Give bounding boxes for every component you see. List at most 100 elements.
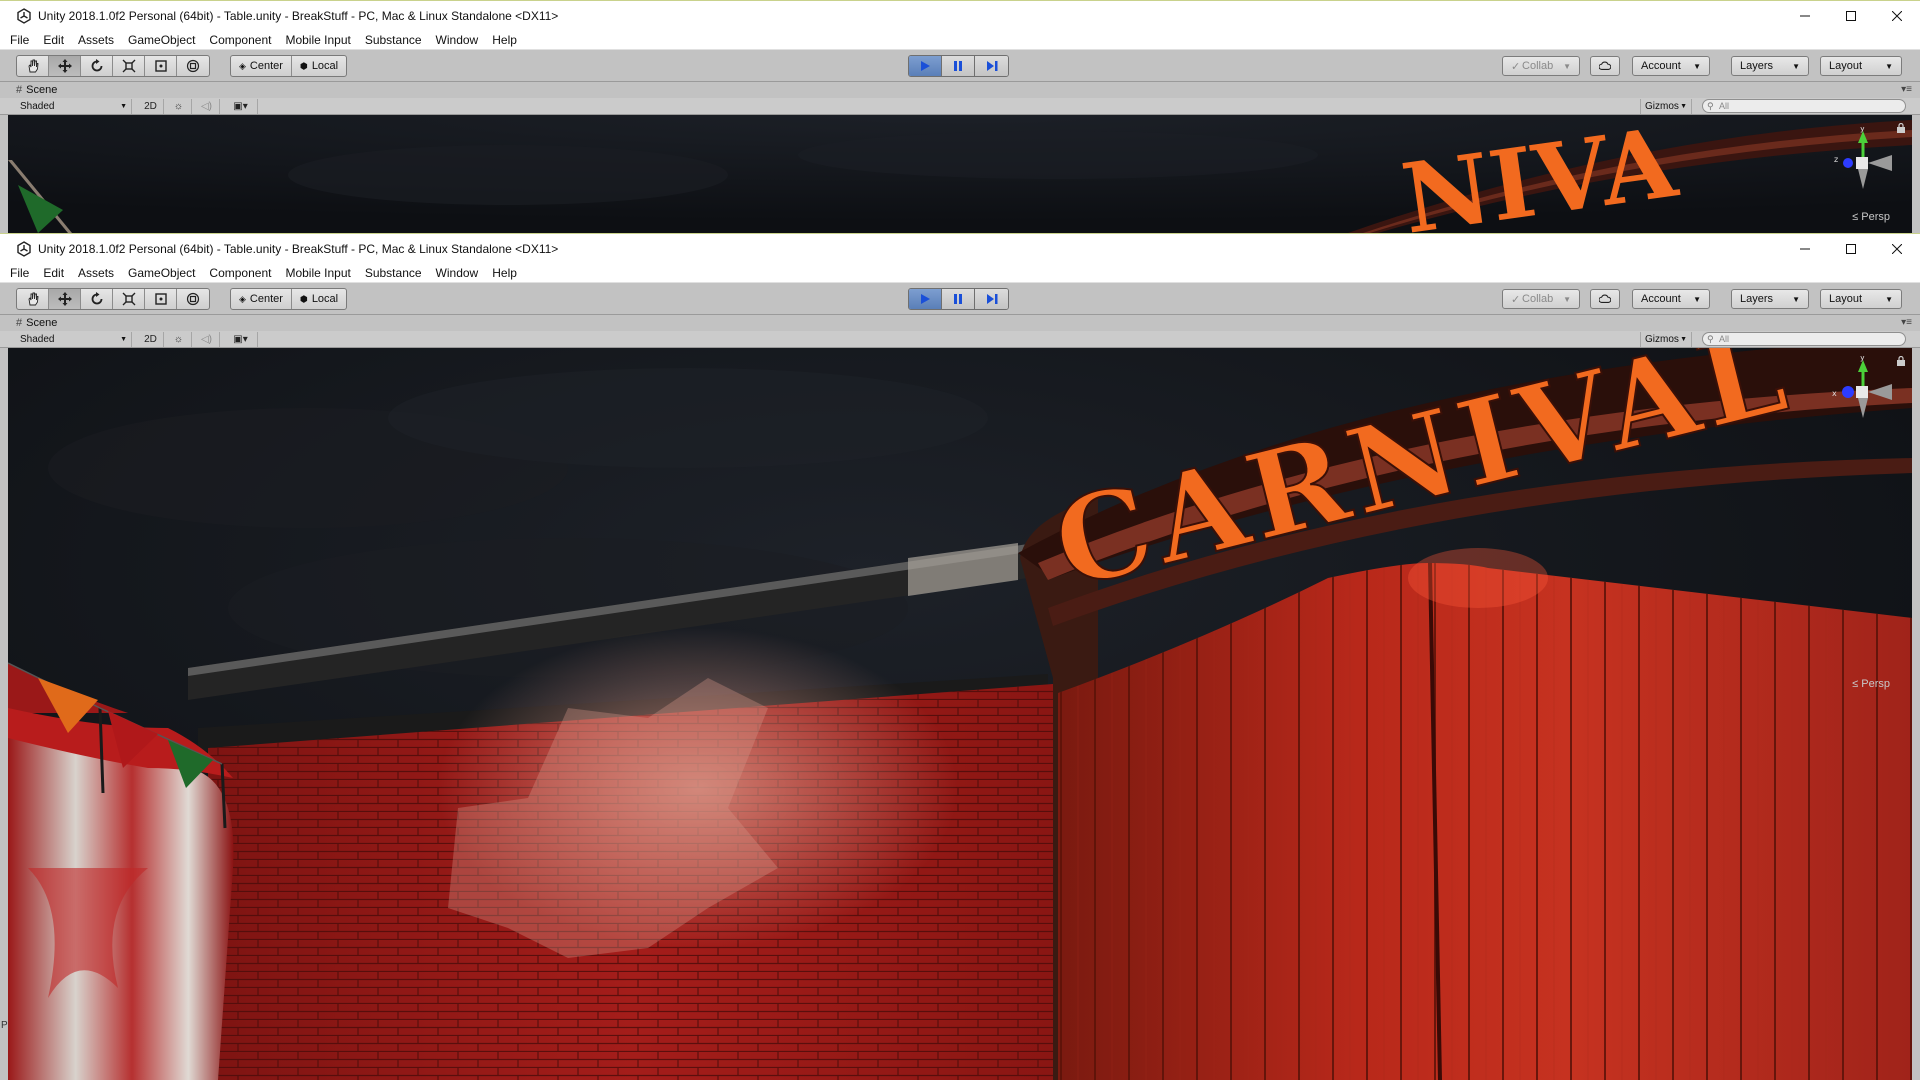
collab-dropdown[interactable]: ✓ Collab ▼ <box>1502 289 1580 309</box>
shading-mode-label: Shaded <box>20 333 55 345</box>
move-tool-button[interactable] <box>49 289 81 309</box>
lighting-toggle[interactable]: ☼ <box>166 331 192 347</box>
mode-2d-button[interactable]: 2D <box>138 98 164 114</box>
scene-viewport-back[interactable]: NIVA y z ≤ Persp <box>8 115 1912 233</box>
layers-dropdown[interactable]: Layers ▼ <box>1731 56 1809 76</box>
space-local-button[interactable]: ⬢ Local <box>292 56 346 76</box>
collab-dropdown[interactable]: ✓ Collab ▼ <box>1502 56 1580 76</box>
effects-dropdown[interactable]: ▣▾ <box>224 98 258 114</box>
lock-icon[interactable] <box>1896 123 1906 133</box>
maximize-button[interactable] <box>1828 1 1874 31</box>
title-bar[interactable]: Unity 2018.1.0f2 Personal (64bit) - Tabl… <box>0 233 1920 263</box>
layers-label: Layers <box>1740 293 1774 305</box>
account-label: Account <box>1641 60 1681 72</box>
menu-edit[interactable]: Edit <box>43 33 64 47</box>
account-dropdown[interactable]: Account ▼ <box>1632 56 1710 76</box>
menu-help[interactable]: Help <box>492 266 517 280</box>
dropdown-arrow-icon: ▼ <box>1563 294 1571 304</box>
menu-component[interactable]: Component <box>209 266 271 280</box>
step-button[interactable] <box>975 56 1008 76</box>
collab-label: Collab <box>1522 293 1554 305</box>
move-tool-button[interactable] <box>49 56 81 76</box>
collab-check-icon: ✓ <box>1511 60 1521 73</box>
effects-dropdown[interactable]: ▣▾ <box>224 331 258 347</box>
audio-toggle[interactable]: ◁) <box>194 331 220 347</box>
menu-assets[interactable]: Assets <box>78 33 114 47</box>
lock-icon[interactable] <box>1896 356 1906 366</box>
scale-tool-button[interactable] <box>113 56 145 76</box>
maximize-button[interactable] <box>1828 234 1874 264</box>
close-button[interactable] <box>1874 1 1920 31</box>
menu-file[interactable]: File <box>10 266 29 280</box>
layout-label: Layout <box>1829 293 1863 305</box>
menu-substance[interactable]: Substance <box>365 33 422 47</box>
rotate-tool-button[interactable] <box>81 56 113 76</box>
layers-dropdown[interactable]: Layers ▼ <box>1731 289 1809 309</box>
menu-file[interactable]: File <box>10 33 29 47</box>
scene-tab[interactable]: # Scene ▾≡ <box>0 82 1920 98</box>
cloud-button[interactable] <box>1590 289 1620 309</box>
step-button[interactable] <box>975 289 1008 309</box>
gizmos-dropdown[interactable]: Gizmos ▼ <box>1640 331 1692 347</box>
scene-search-input[interactable]: ⚲ All <box>1702 332 1906 346</box>
pause-button[interactable] <box>942 289 975 309</box>
lighting-toggle[interactable]: ☼ <box>166 98 192 114</box>
projection-toggle[interactable]: ≤ Persp <box>1852 678 1890 690</box>
menu-window[interactable]: Window <box>436 266 479 280</box>
hand-tool-button[interactable] <box>17 56 49 76</box>
scale-tool-button[interactable] <box>113 289 145 309</box>
shading-mode-dropdown[interactable]: Shaded ▼ <box>16 331 132 347</box>
transform-tool-button[interactable] <box>177 56 209 76</box>
gizmos-dropdown[interactable]: Gizmos ▼ <box>1640 98 1692 114</box>
mode-2d-button[interactable]: 2D <box>138 331 164 347</box>
pivot-toggles: ◈ Center ⬢ Local <box>230 55 348 77</box>
scene-tab[interactable]: # Scene ▾≡ <box>0 315 1920 331</box>
menu-mobile-input[interactable]: Mobile Input <box>285 33 350 47</box>
rotate-tool-button[interactable] <box>81 289 113 309</box>
menu-window[interactable]: Window <box>436 33 479 47</box>
projection-toggle[interactable]: ≤ Persp <box>1852 211 1890 223</box>
layout-dropdown[interactable]: Layout ▼ <box>1820 56 1902 76</box>
move-icon <box>57 292 72 306</box>
cloud-button[interactable] <box>1590 56 1620 76</box>
space-local-button[interactable]: ⬢ Local <box>292 289 346 309</box>
orientation-gizmo[interactable]: y z <box>1828 127 1898 217</box>
scene-viewport[interactable]: CARNIVAL y x ≤ Persp <box>8 348 1912 1080</box>
menu-mobile-input[interactable]: Mobile Input <box>285 266 350 280</box>
rect-tool-button[interactable] <box>145 289 177 309</box>
menu-edit[interactable]: Edit <box>43 266 64 280</box>
rect-tool-button[interactable] <box>145 56 177 76</box>
local-space-icon: ⬢ <box>299 60 308 71</box>
account-dropdown[interactable]: Account ▼ <box>1632 289 1710 309</box>
hand-tool-button[interactable] <box>17 289 49 309</box>
transform-tool-button[interactable] <box>177 289 209 309</box>
menu-help[interactable]: Help <box>492 33 517 47</box>
pause-button[interactable] <box>942 56 975 76</box>
pivot-center-button[interactable]: ◈ Center <box>231 56 292 76</box>
mode-2d-label: 2D <box>144 333 157 345</box>
tab-menu-icon[interactable]: ▾≡ <box>1901 317 1912 328</box>
play-button[interactable] <box>909 289 942 309</box>
menu-component[interactable]: Component <box>209 33 271 47</box>
play-icon <box>921 294 930 304</box>
minimize-button[interactable] <box>1782 1 1828 31</box>
minimize-button[interactable] <box>1782 234 1828 264</box>
dropdown-arrow-icon: ▼ <box>1792 61 1800 71</box>
title-bar[interactable]: Unity 2018.1.0f2 Personal (64bit) - Tabl… <box>0 0 1920 30</box>
scene-search-input[interactable]: ⚲ All <box>1702 99 1906 113</box>
menu-assets[interactable]: Assets <box>78 266 114 280</box>
rect-icon <box>154 60 167 72</box>
layout-dropdown[interactable]: Layout ▼ <box>1820 289 1902 309</box>
play-button[interactable] <box>909 56 942 76</box>
orientation-gizmo[interactable]: y x <box>1828 356 1898 446</box>
pivot-center-button[interactable]: ◈ Center <box>231 289 292 309</box>
audio-toggle[interactable]: ◁) <box>194 98 220 114</box>
menu-gameobject[interactable]: GameObject <box>128 33 195 47</box>
pivot-toggles: ◈ Center ⬢ Local <box>230 288 348 310</box>
close-button[interactable] <box>1874 234 1920 264</box>
tab-menu-icon[interactable]: ▾≡ <box>1901 84 1912 95</box>
menu-substance[interactable]: Substance <box>365 266 422 280</box>
shading-mode-dropdown[interactable]: Shaded ▼ <box>16 98 132 114</box>
menu-gameobject[interactable]: GameObject <box>128 266 195 280</box>
mode-2d-label: 2D <box>144 100 157 112</box>
